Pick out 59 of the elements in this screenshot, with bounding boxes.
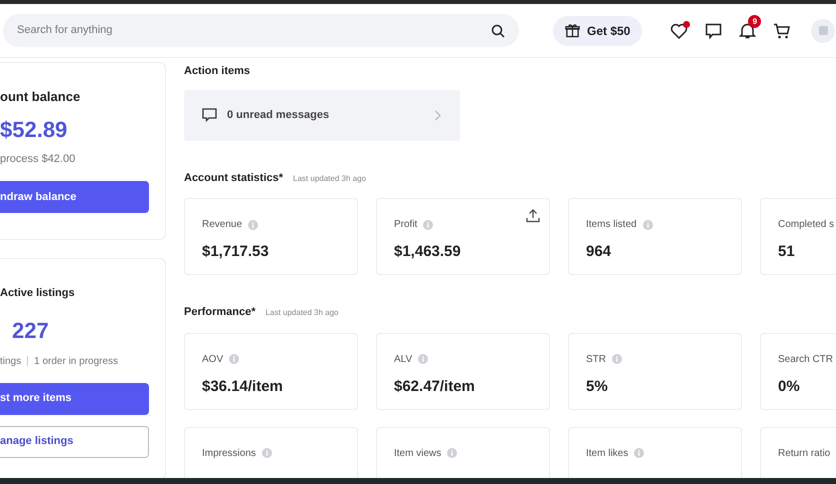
message-icon xyxy=(202,108,217,122)
info-icon[interactable] xyxy=(248,220,258,230)
stat-value: 5% xyxy=(586,376,609,396)
upload-icon[interactable] xyxy=(526,209,540,223)
stat-label: Impressions xyxy=(202,446,256,460)
stat-label: Completed s xyxy=(778,218,834,232)
chevron-icon xyxy=(434,110,442,120)
section-title: Action items xyxy=(184,64,252,79)
stat-label: Item likes xyxy=(586,446,628,460)
search-icon[interactable] xyxy=(491,24,505,38)
stat-value: $62.47/item xyxy=(394,376,476,396)
withdraw-button[interactable]: ndraw balance xyxy=(0,181,149,213)
info-icon[interactable] xyxy=(229,354,240,364)
stat-value: 51 xyxy=(778,242,796,262)
gift-icon xyxy=(565,23,580,38)
stat-label: Search CTR xyxy=(778,352,834,366)
stat-label: Profit xyxy=(394,218,418,232)
list-items-button[interactable]: st more items xyxy=(0,382,149,414)
stat-label: Revenue xyxy=(202,218,242,232)
listing-stat: tings xyxy=(0,354,22,368)
info-icon[interactable] xyxy=(418,354,428,364)
promo-button[interactable]: Get $50 xyxy=(553,16,642,46)
info-icon[interactable] xyxy=(447,448,458,458)
stat-label: ALV xyxy=(394,352,412,366)
search-field[interactable]: Search for anything xyxy=(3,14,519,47)
info-icon[interactable] xyxy=(634,448,644,458)
stat-value: 964 xyxy=(586,242,612,262)
stat-label: Item views xyxy=(394,446,442,460)
stat-label: AOV xyxy=(202,352,224,366)
search-input[interactable]: Search for anything xyxy=(17,22,491,39)
info-icon[interactable] xyxy=(262,448,272,458)
listing-stat: 1 order in progress xyxy=(34,354,118,368)
stat-label: Items listed xyxy=(586,218,637,232)
action-item-label: 0 unread messages xyxy=(227,108,330,123)
section-title: Performance* xyxy=(184,305,256,320)
listings-count: 227 xyxy=(12,320,50,342)
info-icon[interactable] xyxy=(423,220,434,230)
info-icon[interactable] xyxy=(642,220,653,230)
section-title: Account statistics* xyxy=(184,170,284,186)
chat-icon[interactable] xyxy=(705,22,722,38)
card-title: Active listings xyxy=(0,286,76,301)
manage-listings-button[interactable]: anage listings xyxy=(0,426,149,458)
last-updated: Last updated 3h ago xyxy=(266,307,338,319)
notification-badge: 9 xyxy=(748,15,762,28)
stat-value: $36.14/item xyxy=(202,376,284,396)
heart-icon[interactable] xyxy=(670,22,688,38)
last-updated: Last updated 3h ago xyxy=(293,172,366,184)
cart-icon[interactable] xyxy=(773,22,790,38)
stat-value: $1,463.59 xyxy=(394,242,462,262)
avatar[interactable] xyxy=(811,18,836,42)
card-title: ount balance xyxy=(0,88,82,106)
balance-amount: $52.89 xyxy=(0,118,68,140)
stat-value: 0% xyxy=(778,376,801,396)
stat-label: Return ratio xyxy=(778,446,830,460)
stat-value: $1,717.53 xyxy=(202,242,270,262)
info-icon[interactable] xyxy=(612,354,622,364)
stat-label: STR xyxy=(586,352,606,366)
action-item[interactable]: 0 unread messages xyxy=(184,90,460,140)
in-process-amount: process $42.00 xyxy=(0,152,76,166)
